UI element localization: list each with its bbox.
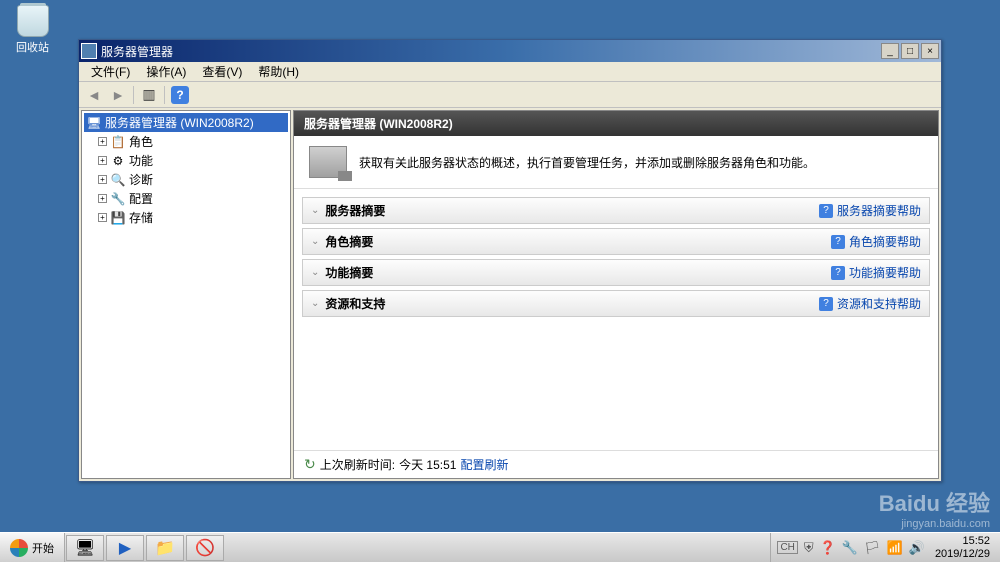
minimize-button[interactable]: _ bbox=[881, 43, 899, 59]
server-icon: 🖥 bbox=[86, 115, 102, 131]
section-title: 角色摘要 bbox=[325, 233, 831, 250]
main-header: 服务器管理器 (WIN2008R2) bbox=[294, 111, 938, 136]
tray-network-icon[interactable]: 📶 bbox=[887, 540, 903, 556]
clock-time: 15:52 bbox=[935, 535, 990, 547]
menu-view[interactable]: 查看(V) bbox=[194, 61, 250, 82]
taskbar: 开始 🖥 ▶ 📁 🚫 CH ⛨ ❓ 🔧 🏳 📶 🔊 15:52 2019/12/… bbox=[0, 532, 1000, 562]
config-icon: 🔧 bbox=[110, 191, 126, 207]
server-manager-window: 服务器管理器 _ □ × 文件(F) 操作(A) 查看(V) 帮助(H) ◄ ►… bbox=[78, 39, 942, 482]
main-footer: ↻ 上次刷新时间: 今天 15:51 配置刷新 bbox=[294, 450, 938, 478]
tree-root[interactable]: 🖥 服务器管理器 (WIN2008R2) bbox=[84, 113, 288, 132]
tray-icon[interactable]: ⛨ bbox=[804, 540, 814, 556]
menubar: 文件(F) 操作(A) 查看(V) 帮助(H) bbox=[79, 62, 941, 82]
features-icon: ⚙ bbox=[110, 153, 126, 169]
menu-action[interactable]: 操作(A) bbox=[138, 61, 194, 82]
help-icon: ? bbox=[171, 86, 189, 104]
main-panel: 服务器管理器 (WIN2008R2) 获取有关此服务器状态的概述，执行首要管理任… bbox=[293, 110, 939, 479]
tree-item-storage[interactable]: + 💾 存储 bbox=[84, 208, 288, 227]
start-label: 开始 bbox=[32, 540, 54, 556]
task-server-manager[interactable]: 🖥 bbox=[66, 535, 104, 561]
section-title: 资源和支持 bbox=[325, 295, 819, 312]
help-icon: ? bbox=[819, 204, 833, 218]
recycle-bin-desktop-icon[interactable]: 回收站 bbox=[10, 5, 55, 55]
recycle-bin-label: 回收站 bbox=[10, 39, 55, 55]
menu-file[interactable]: 文件(F) bbox=[83, 61, 138, 82]
tree-item-label: 存储 bbox=[129, 209, 153, 226]
close-button[interactable]: × bbox=[921, 43, 939, 59]
clock-date: 2019/12/29 bbox=[935, 548, 990, 560]
diagnostics-icon: 🔍 bbox=[110, 172, 126, 188]
windows-logo-icon bbox=[10, 539, 28, 557]
help-link[interactable]: ? 角色摘要帮助 bbox=[831, 233, 921, 250]
tray-icon[interactable]: 🔧 bbox=[842, 540, 858, 556]
footer-time: 今天 15:51 bbox=[399, 456, 456, 473]
titlebar[interactable]: 服务器管理器 _ □ × bbox=[79, 40, 941, 62]
storage-icon: 💾 bbox=[110, 210, 126, 226]
section-roles-summary[interactable]: ⌄ 角色摘要 ? 角色摘要帮助 bbox=[302, 228, 930, 255]
task-powershell[interactable]: ▶ bbox=[106, 535, 144, 561]
tree-item-diagnostics[interactable]: + 🔍 诊断 bbox=[84, 170, 288, 189]
tree-item-roles[interactable]: + 📋 角色 bbox=[84, 132, 288, 151]
expand-icon[interactable]: + bbox=[98, 175, 107, 184]
footer-label: 上次刷新时间: bbox=[320, 456, 395, 473]
toolbar: ◄ ► ▥ ? bbox=[79, 82, 941, 108]
roles-icon: 📋 bbox=[110, 134, 126, 150]
tree-item-config[interactable]: + 🔧 配置 bbox=[84, 189, 288, 208]
app-icon bbox=[81, 43, 97, 59]
tree-item-label: 诊断 bbox=[129, 171, 153, 188]
tree-item-label: 功能 bbox=[129, 152, 153, 169]
start-button[interactable]: 开始 bbox=[0, 533, 65, 562]
tree-item-features[interactable]: + ⚙ 功能 bbox=[84, 151, 288, 170]
help-link[interactable]: ? 功能摘要帮助 bbox=[831, 264, 921, 281]
help-icon: ? bbox=[831, 266, 845, 280]
section-features-summary[interactable]: ⌄ 功能摘要 ? 功能摘要帮助 bbox=[302, 259, 930, 286]
help-button[interactable]: ? bbox=[169, 84, 191, 106]
tray-flag-icon[interactable]: 🏳 bbox=[864, 540, 881, 556]
server-illustration-icon bbox=[309, 146, 347, 178]
section-title: 服务器摘要 bbox=[325, 202, 819, 219]
tray-icon[interactable]: ❓ bbox=[820, 540, 836, 556]
chevron-down-icon: ⌄ bbox=[311, 298, 319, 309]
tree-item-label: 配置 bbox=[129, 190, 153, 207]
chevron-down-icon: ⌄ bbox=[311, 267, 319, 278]
main-intro: 获取有关此服务器状态的概述，执行首要管理任务，并添加或删除服务器角色和功能。 bbox=[294, 136, 938, 189]
menu-help[interactable]: 帮助(H) bbox=[250, 61, 307, 82]
section-title: 功能摘要 bbox=[325, 264, 831, 281]
recycle-bin-icon bbox=[17, 5, 49, 37]
window-title: 服务器管理器 bbox=[101, 43, 881, 60]
help-link[interactable]: ? 服务器摘要帮助 bbox=[819, 202, 921, 219]
tree-root-label: 服务器管理器 (WIN2008R2) bbox=[105, 114, 254, 131]
chevron-down-icon: ⌄ bbox=[311, 236, 319, 247]
help-icon: ? bbox=[819, 297, 833, 311]
help-icon: ? bbox=[831, 235, 845, 249]
tree-panel[interactable]: 🖥 服务器管理器 (WIN2008R2) + 📋 角色 + ⚙ 功能 + 🔍 诊… bbox=[81, 110, 291, 479]
watermark: Baidu 经验 jingyan.baidu.com bbox=[879, 486, 990, 530]
back-button[interactable]: ◄ bbox=[83, 84, 105, 106]
configure-refresh-link[interactable]: 配置刷新 bbox=[460, 456, 508, 473]
refresh-icon: ↻ bbox=[304, 456, 316, 473]
tray-sound-icon[interactable]: 🔊 bbox=[909, 540, 925, 556]
chevron-down-icon: ⌄ bbox=[311, 205, 319, 216]
expand-icon[interactable]: + bbox=[98, 156, 107, 165]
clock[interactable]: 15:52 2019/12/29 bbox=[931, 535, 994, 559]
language-indicator[interactable]: CH bbox=[777, 541, 797, 554]
help-link[interactable]: ? 资源和支持帮助 bbox=[819, 295, 921, 312]
expand-icon[interactable]: + bbox=[98, 194, 107, 203]
show-hide-button[interactable]: ▥ bbox=[138, 84, 160, 106]
expand-icon[interactable]: + bbox=[98, 213, 107, 222]
systray: CH ⛨ ❓ 🔧 🏳 📶 🔊 15:52 2019/12/29 bbox=[770, 533, 1000, 562]
section-server-summary[interactable]: ⌄ 服务器摘要 ? 服务器摘要帮助 bbox=[302, 197, 930, 224]
tree-item-label: 角色 bbox=[129, 133, 153, 150]
task-explorer[interactable]: 📁 bbox=[146, 535, 184, 561]
forward-button[interactable]: ► bbox=[107, 84, 129, 106]
section-resources-support[interactable]: ⌄ 资源和支持 ? 资源和支持帮助 bbox=[302, 290, 930, 317]
intro-text: 获取有关此服务器状态的概述，执行首要管理任务，并添加或删除服务器角色和功能。 bbox=[359, 154, 815, 171]
task-app[interactable]: 🚫 bbox=[186, 535, 224, 561]
section-list: ⌄ 服务器摘要 ? 服务器摘要帮助 ⌄ 角色摘要 ? 角色摘要帮助 bbox=[294, 189, 938, 329]
maximize-button[interactable]: □ bbox=[901, 43, 919, 59]
expand-icon[interactable]: + bbox=[98, 137, 107, 146]
